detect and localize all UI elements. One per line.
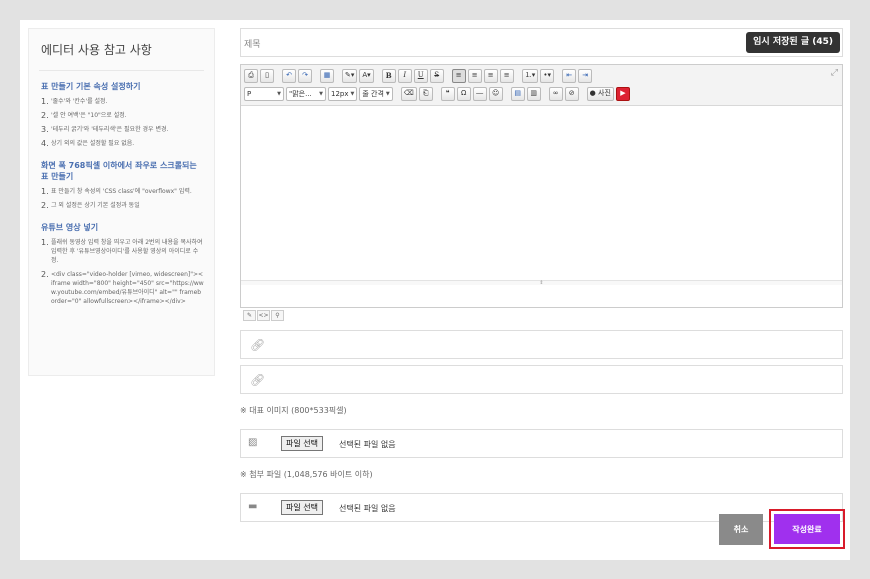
guide-heading-scroll-table: 화면 폭 768픽셀 이하에서 좌우로 스크롤되는 표 만들기 [41, 161, 197, 181]
highlight-color-icon[interactable]: ✎▾ [342, 68, 358, 83]
guide-heading-youtube: 유튜브 영상 넣기 [41, 223, 99, 232]
align-center-icon[interactable]: ≡ [467, 68, 482, 83]
toolbar-row-1: ⎙ ▯ ↶ ↷ ▦ ✎▾ A▾ B I U S ≡ ≡ ≡ ≡ ⒈▾ •▾ ⇤ … [244, 67, 839, 84]
editor-toolbar: ⎙ ▯ ↶ ↷ ▦ ✎▾ A▾ B I U S ≡ ≡ ≡ ≡ ⒈▾ •▾ ⇤ … [241, 65, 842, 106]
unlink-icon[interactable]: ⊘ [564, 86, 579, 101]
bold-icon[interactable]: B [381, 68, 396, 83]
text-color-icon[interactable]: A▾ [359, 68, 374, 83]
outdent-icon[interactable]: ⇤ [562, 68, 577, 83]
unordered-list-icon[interactable]: •▾ [540, 68, 555, 83]
guide-divider [39, 70, 204, 71]
indent-icon[interactable]: ⇥ [578, 68, 593, 83]
guide-list-youtube: 1. 플래쉬 동영상 입력 창을 띄우고 아래 2번의 내용을 복사하여 입력한 … [41, 238, 204, 306]
image-icon: ▨ [248, 437, 258, 448]
fullscreen-icon[interactable]: ⤢ [831, 68, 838, 78]
new-document-icon[interactable]: ▯ [260, 68, 274, 83]
image-file-field: ▨ 파일 선택 선택된 파일 없음 [240, 429, 843, 458]
editor-mode-tabs: ✎ <> ⚲ [243, 310, 284, 321]
paragraph-format-select[interactable]: P ▼ [244, 86, 284, 101]
list-item: 2. <div class="video-holder [vimeo, wides… [41, 270, 204, 305]
video-embed-icon[interactable]: ▶ [615, 86, 630, 101]
print-icon[interactable]: ⎙ [244, 68, 258, 83]
link-icon[interactable]: ∞ [548, 86, 563, 101]
image-file-select-button[interactable]: 파일 선택 [281, 436, 323, 451]
list-item: 2. '셀 안 여백'은 "10"으로 설정. [41, 111, 127, 120]
rich-text-editor: ⎙ ▯ ↶ ↷ ▦ ✎▾ A▾ B I U S ≡ ≡ ≡ ≡ ⒈▾ •▾ ⇤ … [240, 64, 843, 321]
font-size-select[interactable]: 12px ▼ [328, 86, 358, 101]
submit-button[interactable]: 작성완료 [774, 514, 840, 544]
list-item: 1. 플래쉬 동영상 입력 창을 띄우고 아래 2번의 내용을 복사하여 입력한 … [41, 238, 203, 264]
remove-format-icon[interactable]: ⌫ [400, 86, 417, 101]
editor-guide-panel: 에디터 사용 참고 사항 표 만들기 기본 속성 설정하기 1. '줄수'와 '칸… [28, 28, 215, 376]
link-input-2[interactable]: 🔗︎ [240, 365, 843, 394]
table-icon[interactable]: ▤ [510, 86, 525, 101]
form-actions: 취소 작성완료 [240, 509, 845, 549]
align-justify-icon[interactable]: ≡ [499, 68, 514, 83]
guide-title: 에디터 사용 참고 사항 [41, 43, 152, 57]
image-file-status: 선택된 파일 없음 [339, 440, 396, 449]
horizontal-rule-icon[interactable]: ― [472, 86, 487, 101]
draft-posts-button[interactable]: 임시 저장된 글 (45) [746, 32, 840, 53]
html-mode-icon[interactable]: <> [257, 310, 270, 321]
quote-icon[interactable]: ❝ [440, 86, 455, 101]
list-item: 1. 표 만들기 창 속성의 'CSS class'에 "overflowx" 입… [41, 187, 192, 196]
link-icon: 🔗︎ [250, 338, 266, 352]
link-input-1[interactable]: 🔗︎ [240, 330, 843, 359]
guide-heading-table-basic: 표 만들기 기본 속성 설정하기 [41, 82, 141, 91]
special-char-icon[interactable]: Ω [456, 86, 471, 101]
strikethrough-icon[interactable]: S [429, 68, 444, 83]
editor-content-area[interactable] [241, 106, 842, 286]
align-right-icon[interactable]: ≡ [483, 68, 498, 83]
page-container: 에디터 사용 참고 사항 표 만들기 기본 속성 설정하기 1. '줄수'와 '칸… [20, 20, 850, 560]
paint-format-icon[interactable]: ⎗ [418, 86, 433, 101]
ordered-list-icon[interactable]: ⒈▾ [521, 68, 539, 83]
link-icon: 🔗︎ [250, 373, 266, 387]
undo-icon[interactable]: ↶ [282, 68, 296, 83]
font-family-select[interactable]: "맑은... ▼ [286, 86, 326, 101]
italic-icon[interactable]: I [397, 68, 412, 83]
select-all-icon[interactable]: ▦ [320, 68, 334, 83]
redo-icon[interactable]: ↷ [298, 68, 312, 83]
photo-upload-button[interactable]: ● 사진 [586, 86, 614, 101]
guide-list-table-basic: 1. '줄수'와 '칸수'를 설정. 2. '셀 안 여백'은 "10"으로 설정.… [41, 97, 204, 148]
title-input[interactable]: 제목 임시 저장된 글 (45) [240, 28, 843, 57]
cancel-button[interactable]: 취소 [719, 514, 763, 545]
table-edit-icon[interactable]: ▥ [526, 86, 541, 101]
edit-mode-icon[interactable]: ✎ [243, 310, 256, 321]
title-placeholder: 제목 [244, 40, 261, 50]
line-height-select[interactable]: 줄 간격 ▼ [359, 86, 393, 101]
list-item: 4. 상기 외의 값은 설정할 필요 없음. [41, 139, 135, 148]
preview-mode-icon[interactable]: ⚲ [271, 310, 284, 321]
toolbar-row-2: P ▼ "맑은... ▼ 12px ▼ 줄 간격 ▼ ⌫ ⎗ ❝ Ω ― ☺ ▤ ▥ [244, 85, 839, 102]
list-item: 3. '테두리 굵기'와 '테두리색'은 필요한 경우 변경. [41, 125, 169, 134]
underline-icon[interactable]: U [413, 68, 428, 83]
submit-highlight: 작성완료 [769, 509, 845, 549]
camera-icon: ● [589, 89, 596, 97]
image-note: ※ 대표 이미지 (800*533픽셀) [240, 406, 347, 415]
attach-note: ※ 첨부 파일 (1,048,576 바이트 이하) [240, 470, 373, 479]
emoticon-icon[interactable]: ☺ [488, 86, 503, 101]
post-form: 제목 임시 저장된 글 (45) ⎙ ▯ ↶ ↷ ▦ ✎▾ A▾ B I U S… [240, 28, 845, 549]
guide-list-scroll-table: 1. 표 만들기 창 속성의 'CSS class'에 "overflowx" 입… [41, 187, 204, 210]
list-item: 1. '줄수'와 '칸수'를 설정. [41, 97, 108, 106]
editor-resize-handle[interactable]: ⇕ [241, 280, 842, 286]
align-left-icon[interactable]: ≡ [451, 68, 466, 83]
list-item: 2. 그 외 설정은 상기 기본 설정과 동일 [41, 201, 140, 210]
